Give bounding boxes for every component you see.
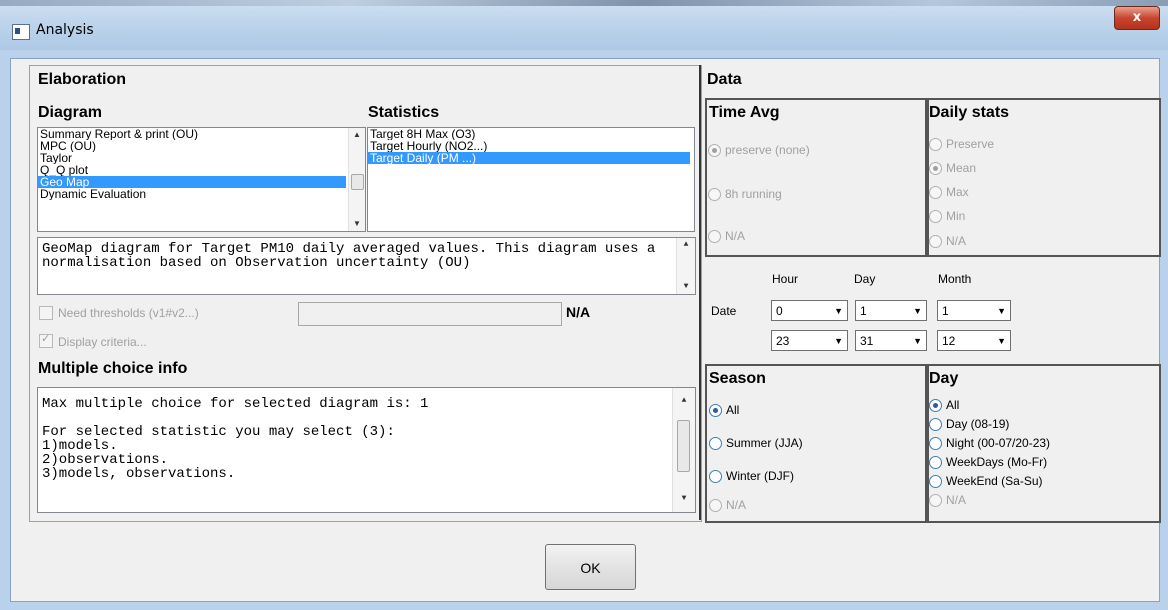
day-label: Day: [854, 272, 876, 286]
daily-stats-option-radio[interactable]: [929, 235, 942, 248]
daily-stats-option-label: Max: [946, 185, 969, 199]
time-avg-option-radio[interactable]: [708, 144, 721, 157]
day-from-select[interactable]: 1 ▼: [855, 300, 927, 321]
diagram-list-scrollbar[interactable]: ▲ ▼: [348, 128, 365, 231]
diagram-list-item[interactable]: Dynamic Evaluation: [38, 188, 346, 200]
dropdown-arrow-icon: ▼: [913, 306, 922, 316]
daily-stats-option-label: N/A: [946, 234, 967, 248]
scroll-thumb[interactable]: [677, 420, 690, 472]
dropdown-arrow-icon: ▼: [913, 336, 922, 346]
daily-stats-option-label: Min: [946, 209, 966, 223]
day-option-radio[interactable]: [929, 399, 942, 412]
month-to-select[interactable]: 12 ▼: [937, 330, 1011, 351]
day-option-radio[interactable]: [929, 437, 942, 450]
time-avg-option-label: preserve (none): [725, 143, 810, 157]
daily-stats-option-radio[interactable]: [929, 162, 942, 175]
statistics-list-item[interactable]: Target Daily (PM ...): [368, 152, 690, 164]
scroll-up-icon[interactable]: ▲: [677, 238, 695, 252]
hour-from-select[interactable]: 0 ▼: [771, 300, 848, 321]
window-title: Analysis: [36, 22, 94, 38]
diagram-label: Diagram: [38, 104, 103, 121]
threshold-na-label: N/A: [566, 304, 591, 320]
threshold-input[interactable]: [298, 302, 562, 326]
day-option-radio[interactable]: [929, 475, 942, 488]
day-option-label: N/A: [946, 493, 967, 507]
multiple-choice-scrollbar[interactable]: ▲ ▼: [672, 388, 695, 512]
data-title: Data: [707, 71, 742, 88]
daily-stats-option-radio[interactable]: [929, 138, 942, 151]
month-from-select[interactable]: 1 ▼: [937, 300, 1011, 321]
season-option-radio[interactable]: [709, 437, 722, 450]
title-bar: [0, 0, 1168, 50]
multiple-choice-text: Max multiple choice for selected diagram…: [42, 396, 429, 482]
day-option-radio[interactable]: [929, 494, 942, 507]
app-icon: [12, 24, 30, 40]
season-title: Season: [709, 370, 766, 387]
multiple-choice-title: Multiple choice info: [38, 360, 188, 377]
season-option-label: N/A: [726, 498, 747, 512]
dropdown-arrow-icon: ▼: [997, 336, 1006, 346]
time-avg-option-label: N/A: [725, 229, 746, 243]
time-avg-title: Time Avg: [709, 104, 780, 121]
column-divider: [699, 65, 701, 520]
scroll-up-icon[interactable]: ▲: [349, 128, 365, 142]
season-option-radio[interactable]: [709, 404, 722, 417]
daily-stats-title: Daily stats: [929, 104, 1010, 121]
need-thresholds-label: Need thresholds (v1#v2...): [58, 306, 199, 320]
scroll-down-icon[interactable]: ▼: [349, 217, 365, 231]
diagram-list-item[interactable]: Geo Map: [38, 176, 346, 188]
day-to-select[interactable]: 31 ▼: [855, 330, 927, 351]
description-text: GeoMap diagram for Target PM10 daily ave…: [42, 241, 664, 271]
diagram-list-item[interactable]: Summary Report & print (OU): [38, 128, 346, 140]
day-title: Day: [929, 370, 959, 387]
hour-to-select[interactable]: 23 ▼: [771, 330, 848, 351]
daily-stats-option-radio[interactable]: [929, 210, 942, 223]
day-option-label: Night (00-07/20-23): [946, 436, 1051, 450]
day-option-radio[interactable]: [929, 418, 942, 431]
daily-stats-option-label: Preserve: [946, 137, 995, 151]
dropdown-arrow-icon: ▼: [834, 336, 843, 346]
daily-stats-option-radio[interactable]: [929, 186, 942, 199]
hour-label: Hour: [772, 272, 799, 286]
day-option-radio[interactable]: [929, 456, 942, 469]
ok-button[interactable]: OK: [545, 544, 636, 590]
display-criteria-checkbox[interactable]: [39, 332, 53, 348]
scroll-down-icon[interactable]: ▼: [677, 280, 695, 294]
statistics-list-item[interactable]: Target Hourly (NO2...): [368, 140, 690, 152]
day-option-label: WeekEnd (Sa-Su): [946, 474, 1043, 488]
season-option-label: Summer (JJA): [726, 436, 803, 450]
time-avg-option-radio[interactable]: [708, 188, 721, 201]
diagram-list-item[interactable]: Q_Q plot: [38, 164, 346, 176]
diagram-listbox[interactable]: Summary Report & print (OU) MPC (OU) Taylo…: [37, 127, 366, 232]
description-box: GeoMap diagram for Target PM10 daily ave…: [37, 237, 696, 295]
season-option-radio[interactable]: [709, 499, 722, 512]
need-thresholds-checkbox[interactable]: [39, 306, 53, 320]
season-option-label: All: [726, 403, 740, 417]
day-option-label: WeekDays (Mo-Fr): [946, 455, 1048, 469]
multiple-choice-box: Max multiple choice for selected diagram…: [37, 387, 696, 513]
scroll-thumb[interactable]: [351, 174, 364, 190]
season-option-radio[interactable]: [709, 470, 722, 483]
diagram-list-item[interactable]: Taylor: [38, 152, 346, 164]
diagram-list-item[interactable]: MPC (OU): [38, 140, 346, 152]
daily-stats-option-label: Mean: [946, 161, 977, 175]
dropdown-arrow-icon: ▼: [997, 306, 1006, 316]
time-avg-option-radio[interactable]: [708, 230, 721, 243]
day-option-label: All: [946, 398, 960, 412]
day-option-label: Day (08-19): [946, 417, 1010, 431]
elaboration-title: Elaboration: [38, 71, 127, 88]
description-scrollbar[interactable]: ▲ ▼: [676, 238, 695, 294]
statistics-label: Statistics: [368, 104, 440, 121]
statistics-listbox[interactable]: Target 8H Max (O3) Target Hourly (NO2...)…: [367, 127, 695, 232]
statistics-list-item[interactable]: Target 8H Max (O3): [368, 128, 690, 140]
display-criteria-label: Display criteria...: [58, 335, 147, 349]
scroll-down-icon[interactable]: ▼: [673, 492, 695, 506]
close-button[interactable]: x: [1114, 6, 1160, 30]
dropdown-arrow-icon: ▼: [834, 306, 843, 316]
time-avg-option-label: 8h running: [725, 187, 782, 201]
month-label: Month: [938, 272, 972, 286]
date-label: Date: [711, 304, 737, 318]
scroll-up-icon[interactable]: ▲: [673, 394, 695, 408]
season-option-label: Winter (DJF): [726, 469, 794, 483]
